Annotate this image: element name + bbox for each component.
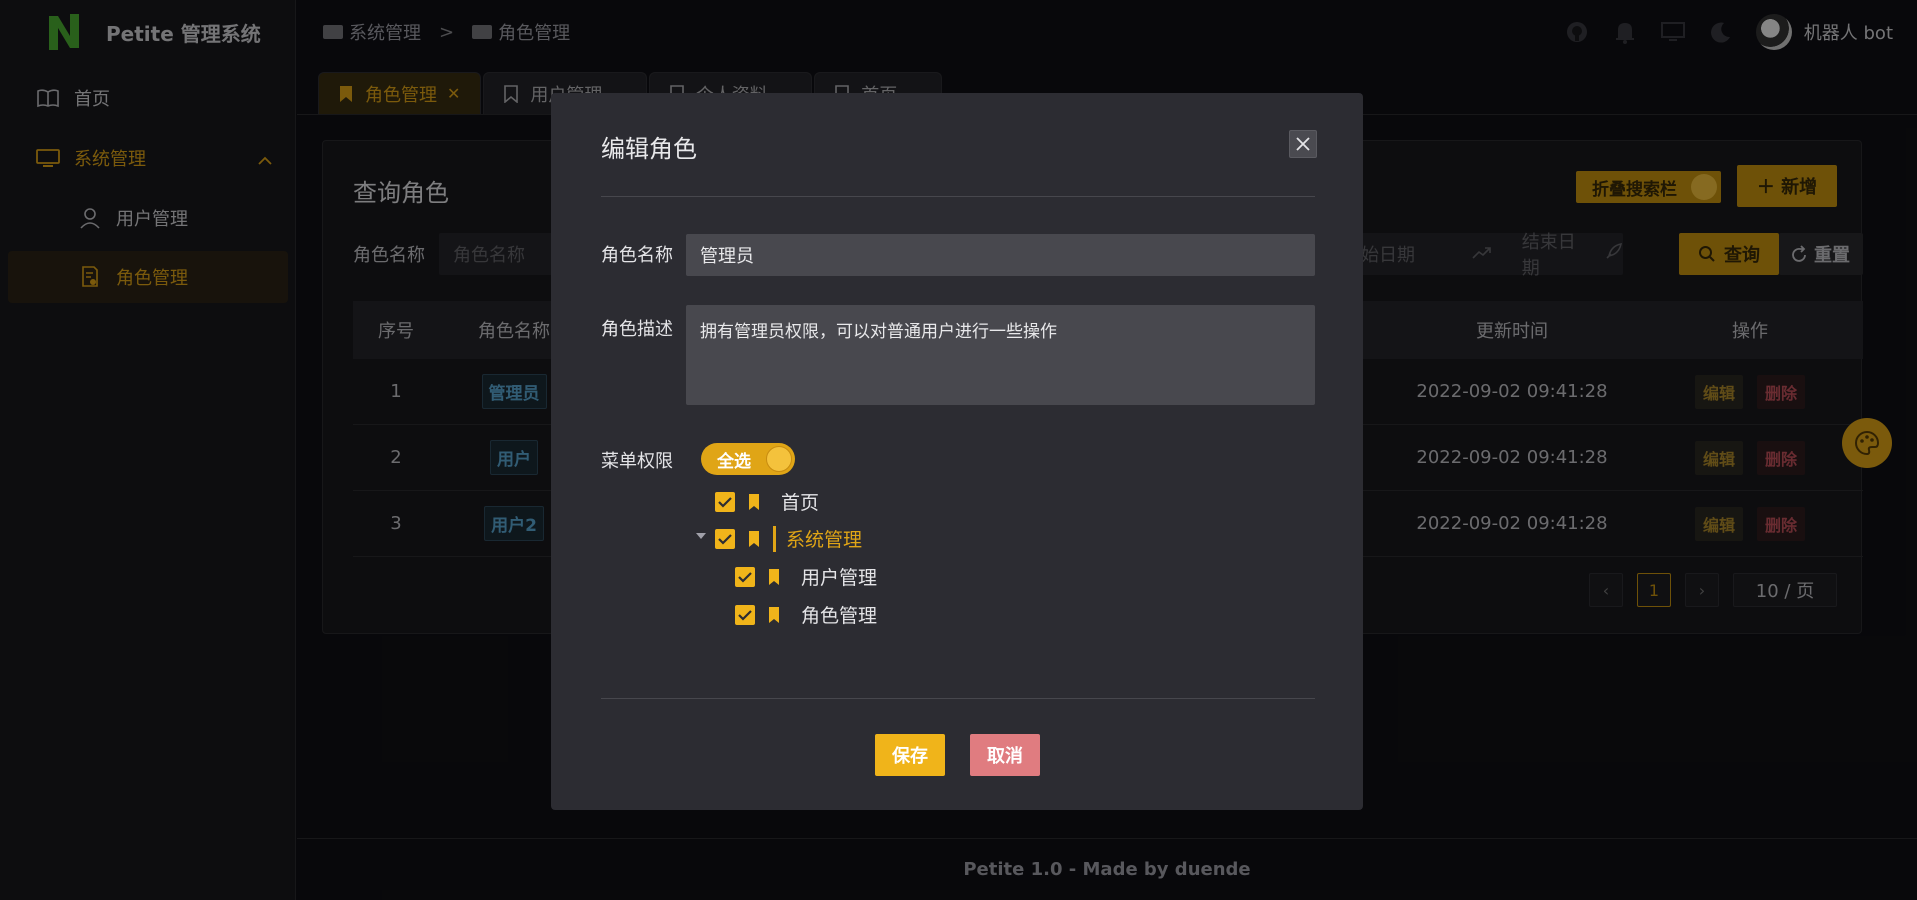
- select-all-label: 全选: [717, 451, 751, 472]
- active-indicator: [773, 525, 776, 552]
- checkbox-checked-icon[interactable]: [715, 491, 735, 512]
- role-desc-textarea[interactable]: 拥有管理员权限，可以对普通用户进行一些操作: [686, 305, 1315, 405]
- tree-node-label: 系统管理: [786, 529, 863, 551]
- bookmark-icon: [749, 493, 759, 510]
- bookmark-icon: [769, 606, 779, 623]
- cancel-button[interactable]: 取消: [970, 734, 1040, 776]
- emoji-icon: [766, 446, 792, 472]
- caret-down-icon[interactable]: [696, 533, 706, 539]
- bookmark-icon: [749, 530, 759, 547]
- modal-title: 编辑角色: [601, 135, 697, 163]
- select-all-toggle[interactable]: 全选: [701, 443, 795, 475]
- tree-node-users[interactable]: 用户管理: [735, 563, 877, 590]
- checkbox-checked-icon[interactable]: [735, 566, 755, 587]
- save-button[interactable]: 保存: [875, 734, 945, 776]
- tree-node-home[interactable]: 首页: [715, 488, 819, 515]
- checkbox-checked-icon[interactable]: [735, 604, 755, 625]
- tree-node-label: 角色管理: [801, 605, 878, 627]
- role-name-input[interactable]: 管理员: [686, 234, 1315, 276]
- divider: [601, 698, 1315, 699]
- tree-node-roles[interactable]: 角色管理: [735, 601, 877, 628]
- divider: [601, 196, 1315, 197]
- role-name-label: 角色名称: [601, 245, 673, 266]
- tree-node-label: 用户管理: [801, 567, 878, 589]
- role-desc-label: 角色描述: [601, 319, 673, 340]
- edit-role-modal: 编辑角色 角色名称 管理员 角色描述 拥有管理员权限，可以对普通用户进行一些操作…: [551, 93, 1363, 810]
- tree-node-label: 首页: [781, 492, 820, 514]
- close-icon[interactable]: [1289, 130, 1317, 158]
- checkbox-checked-icon[interactable]: [715, 528, 735, 549]
- tree-node-system[interactable]: 系统管理: [715, 525, 862, 552]
- bookmark-icon: [769, 568, 779, 585]
- menu-perm-label: 菜单权限: [601, 451, 673, 472]
